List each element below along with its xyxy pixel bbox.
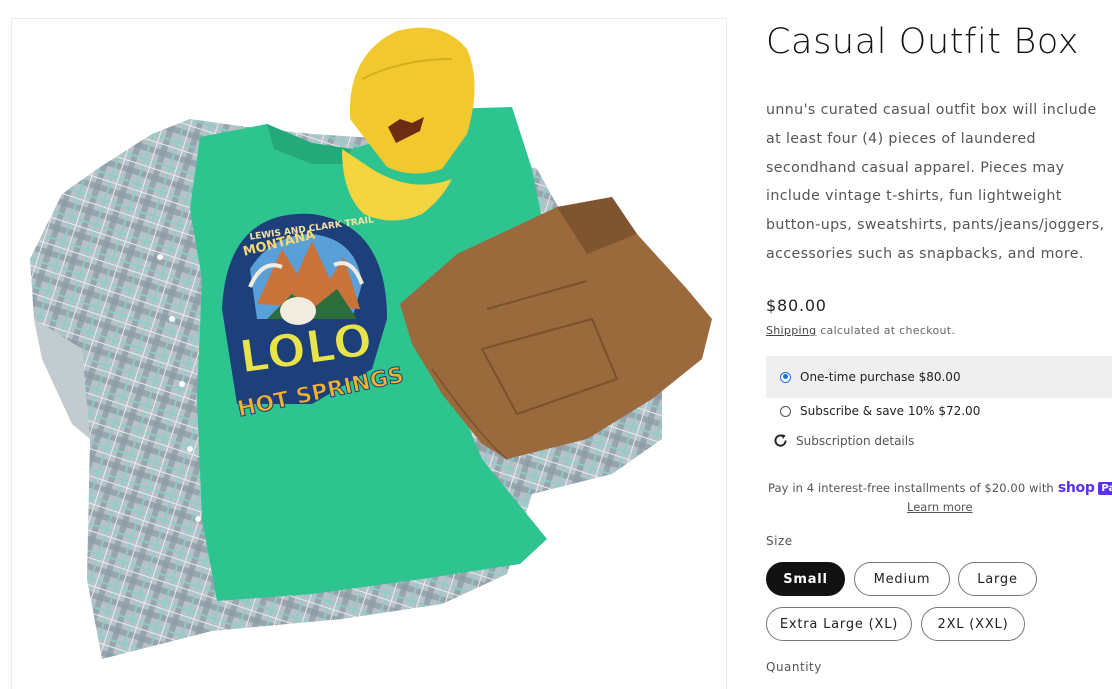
learn-more-link[interactable]: Learn more (907, 500, 973, 514)
shipping-note: Shipping calculated at checkout. (766, 324, 955, 337)
shop-pay-installments: Pay in 4 interest-free installments of $… (768, 480, 1112, 496)
size-label: Size (766, 534, 793, 548)
size-option-xl[interactable]: Extra Large (XL) (766, 607, 912, 641)
shipping-link[interactable]: Shipping (766, 324, 816, 337)
radio-unselected-icon[interactable] (780, 405, 791, 417)
product-photo: LEWIS AND CLARK TRAIL MONTANA LOLO HOT S… (30, 27, 712, 659)
purchase-option-one-time[interactable]: One-time purchase $80.00 (780, 370, 961, 384)
refresh-icon (774, 434, 787, 447)
purchase-option-label: One-time purchase $80.00 (800, 370, 961, 384)
size-option-2xl[interactable]: 2XL (XXL) (921, 607, 1025, 641)
subscription-details-label: Subscription details (796, 433, 915, 448)
purchase-option-label: Subscribe & save 10% $72.00 (800, 404, 981, 418)
shipping-note-text: calculated at checkout. (820, 324, 956, 337)
size-option-large[interactable]: Large (958, 562, 1037, 596)
shop-pay-text: Pay in 4 interest-free installments of $… (768, 481, 1054, 495)
size-option-small[interactable]: Small (766, 562, 845, 596)
quantity-label: Quantity (766, 660, 822, 674)
product-price: $80.00 (766, 296, 827, 315)
product-description: unnu's curated casual outfit box will in… (766, 102, 1105, 262)
product-title: Casual Outfit Box (766, 22, 1080, 62)
radio-selected-icon[interactable] (780, 371, 791, 383)
shop-pay-logo-pay: Pay (1098, 482, 1112, 495)
size-option-medium[interactable]: Medium (854, 562, 950, 596)
purchase-option-subscribe[interactable]: Subscribe & save 10% $72.00 (780, 404, 980, 418)
product-image[interactable]: LEWIS AND CLARK TRAIL MONTANA LOLO HOT S… (11, 18, 727, 689)
subscription-details-link[interactable]: Subscription details (772, 432, 914, 449)
shop-pay-logo-shop: shop (1057, 480, 1095, 496)
